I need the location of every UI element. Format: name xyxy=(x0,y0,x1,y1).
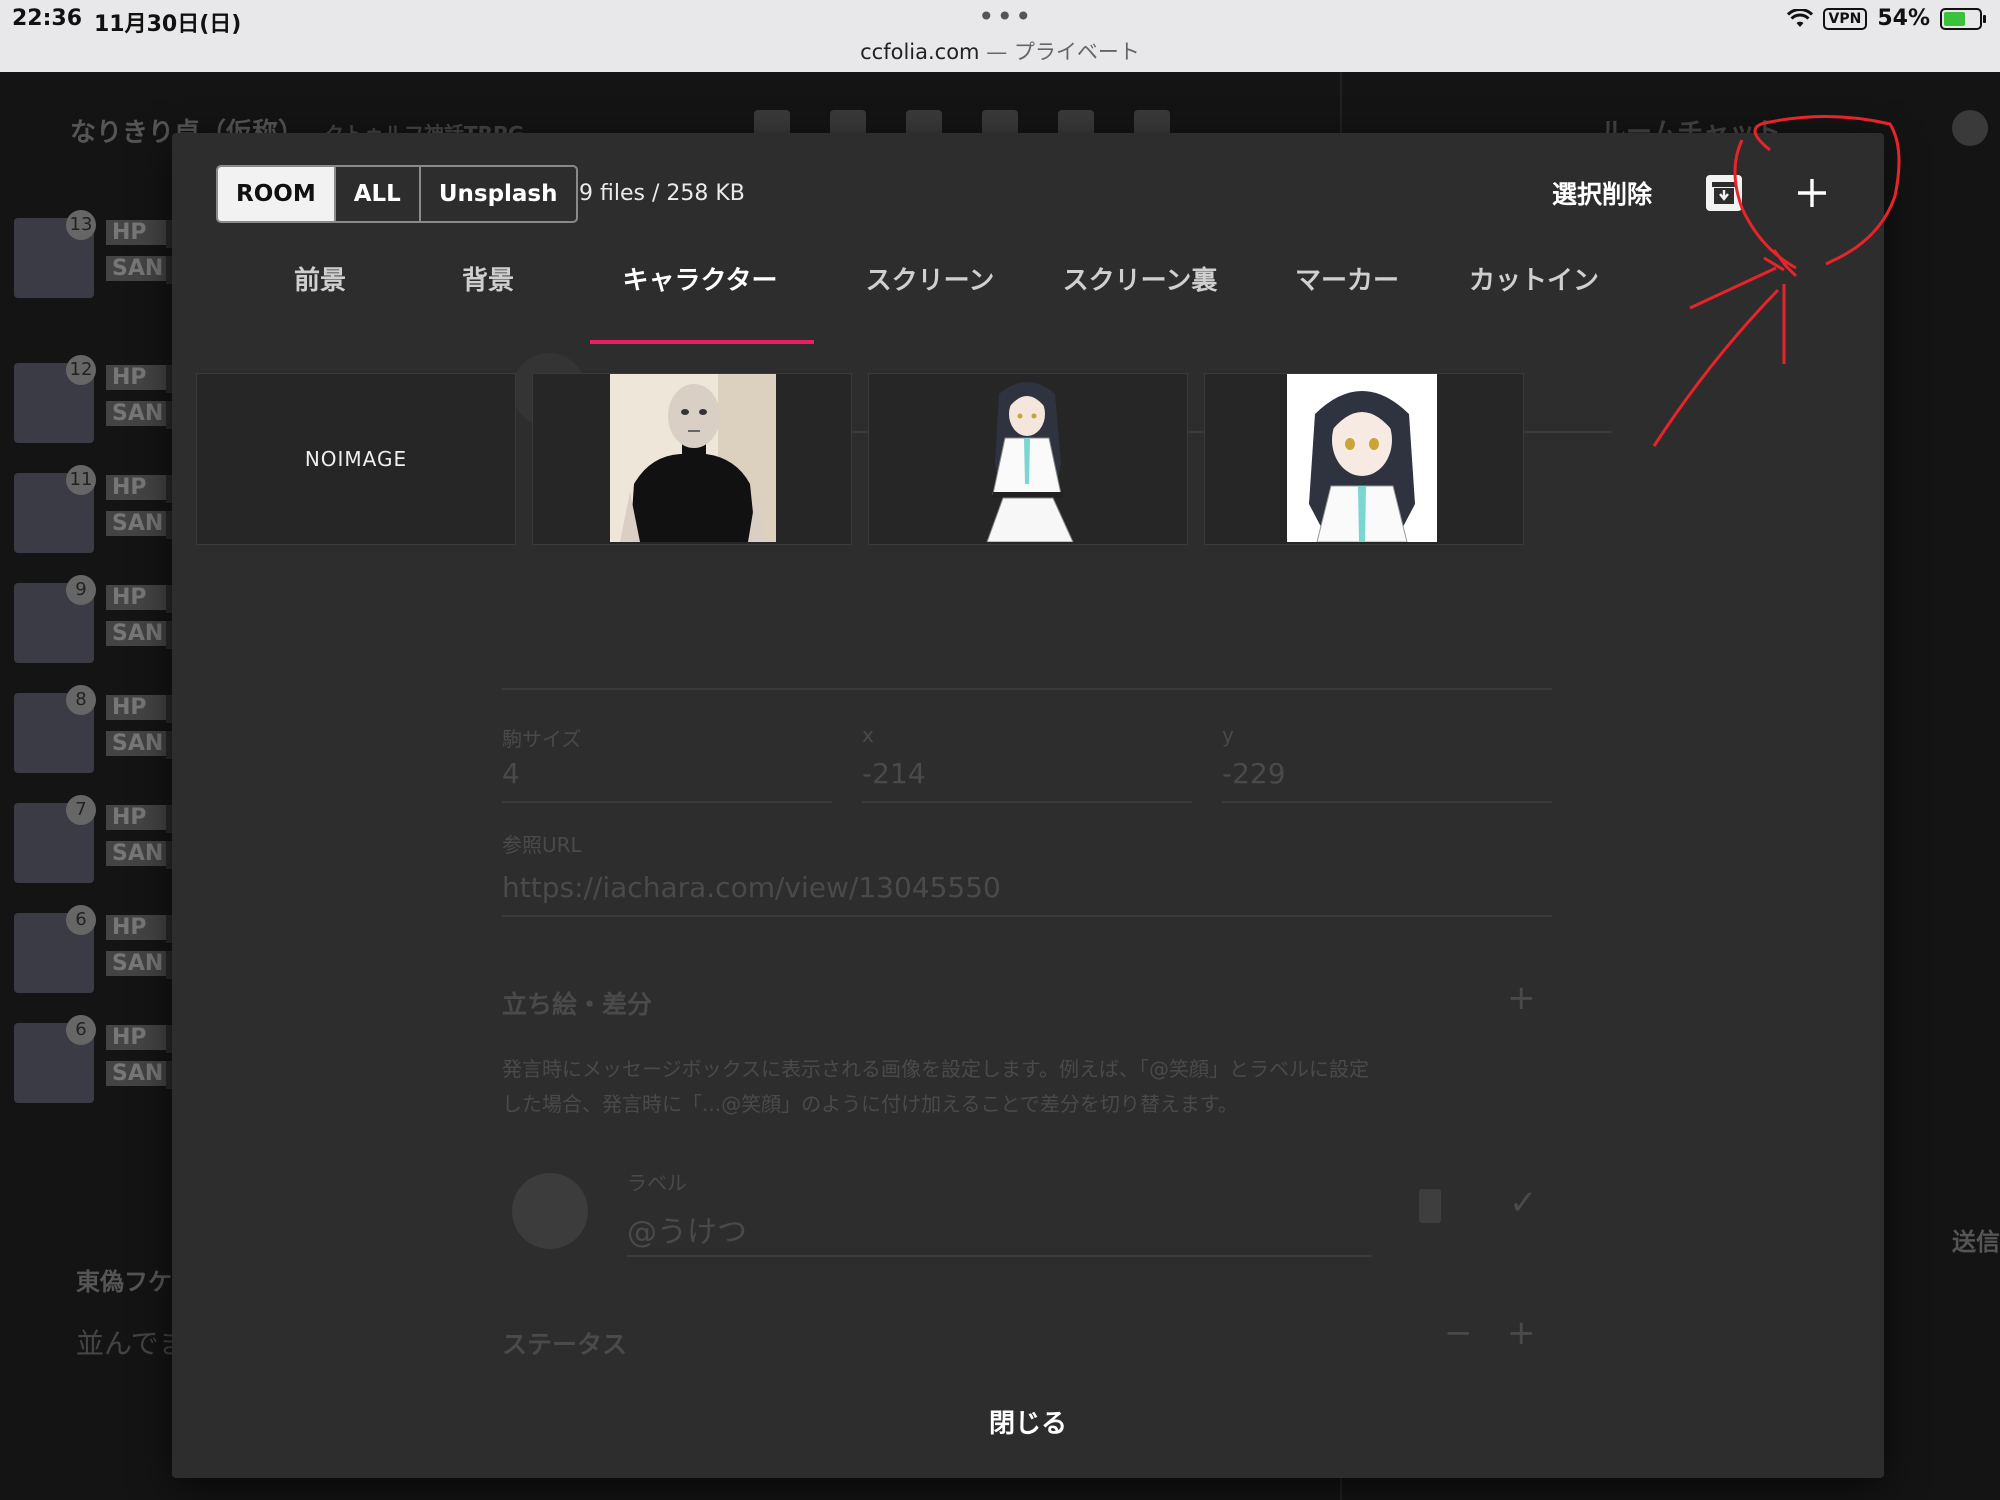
ghost-y-label: y xyxy=(1222,723,1234,747)
san-label: SAN xyxy=(106,951,168,976)
image-tile[interactable] xyxy=(1204,373,1524,545)
tab-background[interactable]: 背景 xyxy=(416,241,560,311)
battery-icon xyxy=(1940,7,1986,30)
initiative-badge: 7 xyxy=(66,795,96,825)
noimage-label: NOIMAGE xyxy=(304,447,408,471)
source-tab-unsplash[interactable]: Unsplash xyxy=(421,167,576,221)
source-tab-all[interactable]: ALL xyxy=(336,167,421,221)
send-button: 送信 xyxy=(1952,1228,2000,1256)
files-count: 9 files / 258 KB xyxy=(579,181,745,206)
image-tile-noimage[interactable]: NOIMAGE xyxy=(196,373,516,545)
tab-foreground[interactable]: 前景 xyxy=(248,241,392,311)
hp-label: HP xyxy=(106,585,168,610)
image-tile[interactable] xyxy=(532,373,852,545)
chat-sender-name: 東偽フケ xyxy=(76,1268,172,1296)
status-indicators: VPN 54% xyxy=(1786,6,1986,31)
vpn-badge: VPN xyxy=(1822,7,1868,30)
ghost-divider xyxy=(627,1255,1372,1257)
ghost-divider xyxy=(502,688,1552,690)
ghost-y-value: -229 xyxy=(1222,757,1286,790)
ghost-divider xyxy=(502,915,1552,917)
initiative-badge: 12 xyxy=(66,355,96,385)
initiative-badge: 6 xyxy=(66,1015,96,1045)
source-selector: ROOM ALL Unsplash xyxy=(216,165,578,223)
ghost-divider xyxy=(862,801,1192,803)
ios-status-bar: 22:36 11月30日(日) ••• ccfolia.com — プライベート… xyxy=(0,0,2000,72)
tab-cutin[interactable]: カットイン xyxy=(1434,241,1634,311)
ghost-trash-icon xyxy=(1419,1189,1441,1223)
initiative-badge: 8 xyxy=(66,685,96,715)
bulk-delete-button[interactable]: 選択削除 xyxy=(1552,175,1652,211)
hp-label: HP xyxy=(106,915,168,940)
tab-screen[interactable]: スクリーン xyxy=(830,241,1030,311)
hp-label: HP xyxy=(106,695,168,720)
initiative-badge: 9 xyxy=(66,575,96,605)
address-bar[interactable]: ccfolia.com — プライベート xyxy=(0,36,2000,66)
category-tabs: 前景 背景 キャラクター スクリーン スクリーン裏 マーカー カットイン xyxy=(172,241,1884,313)
add-image-icon[interactable] xyxy=(1788,169,1836,217)
san-label: SAN xyxy=(106,256,168,281)
ghost-x-label: x xyxy=(862,723,874,747)
ghost-x-value: -214 xyxy=(862,757,926,790)
image-tile[interactable] xyxy=(868,373,1188,545)
active-tab-indicator xyxy=(590,340,814,344)
ghost-size-label: 駒サイズ xyxy=(502,727,582,751)
wifi-icon xyxy=(1786,8,1813,27)
initiative-badge: 13 xyxy=(66,210,96,240)
tab-character[interactable]: キャラクター xyxy=(590,241,810,311)
archive-download-icon[interactable] xyxy=(1706,175,1742,211)
san-label: SAN xyxy=(106,841,168,866)
ghost-label-caption: ラベル xyxy=(627,1171,687,1195)
hp-label: HP xyxy=(106,365,168,390)
ghost-avatar xyxy=(512,1173,588,1249)
ghost-plus-icon: + xyxy=(1507,1313,1536,1353)
san-label: SAN xyxy=(106,621,168,646)
ghost-label-value: @うけつ xyxy=(627,1215,747,1250)
ghost-portrait-desc: した場合、発言時に「...@笑顔」のように付け加えることで差分を切り替えます。 xyxy=(502,1092,1238,1116)
hp-label: HP xyxy=(106,1025,168,1050)
tab-marker[interactable]: マーカー xyxy=(1250,241,1444,311)
url-private-mode: — プライベート xyxy=(979,40,1140,64)
battery-percent: 54% xyxy=(1877,6,1930,31)
initiative-badge: 11 xyxy=(66,465,96,495)
san-label: SAN xyxy=(106,731,168,756)
anime-character-full-thumbnail xyxy=(986,382,1074,542)
url-domain: ccfolia.com xyxy=(860,40,980,64)
status-time: 22:36 xyxy=(12,6,83,31)
ghost-divider xyxy=(1222,801,1552,803)
more-dots-icon[interactable]: ••• xyxy=(978,0,1034,33)
hp-label: HP xyxy=(106,475,168,500)
close-button[interactable]: 閉じる xyxy=(172,1403,1884,1440)
san-label: SAN xyxy=(106,1061,168,1086)
source-tab-room[interactable]: ROOM xyxy=(218,167,336,221)
ghost-minus-icon: − xyxy=(1444,1313,1473,1353)
tab-screen-back[interactable]: スクリーン裏 xyxy=(1030,241,1250,311)
initiative-badge: 6 xyxy=(66,905,96,935)
ghost-divider xyxy=(502,801,832,803)
ghost-portrait-title: 立ち絵・差分 xyxy=(502,990,653,1019)
anime-character-bust-thumbnail xyxy=(1287,374,1437,542)
ghost-plus-icon: + xyxy=(1507,978,1536,1018)
hp-label: HP xyxy=(106,805,168,830)
ghost-size-value: 4 xyxy=(502,757,520,790)
san-label: SAN xyxy=(106,401,168,426)
status-date: 11月30日(日) xyxy=(94,12,242,37)
ghost-url-value: https://iachara.com/view/13045550 xyxy=(502,871,1001,904)
ghost-url-label: 参照URL xyxy=(502,833,582,857)
ghost-check-icon: ✓ xyxy=(1509,1183,1538,1223)
san-label: SAN xyxy=(106,511,168,536)
gear-icon xyxy=(1952,110,1988,146)
hp-label: HP xyxy=(106,220,168,245)
ghost-status-title: ステータス xyxy=(502,1330,628,1359)
ghost-portrait-desc: 発言時にメッセージボックスに表示される画像を設定します。例えば、「@笑顔」とラベ… xyxy=(502,1057,1369,1081)
masked-figure-thumbnail xyxy=(610,374,776,542)
image-picker-dialog: 駒サイズ 4 x -214 y -229 参照URL https://iacha… xyxy=(172,133,1884,1478)
